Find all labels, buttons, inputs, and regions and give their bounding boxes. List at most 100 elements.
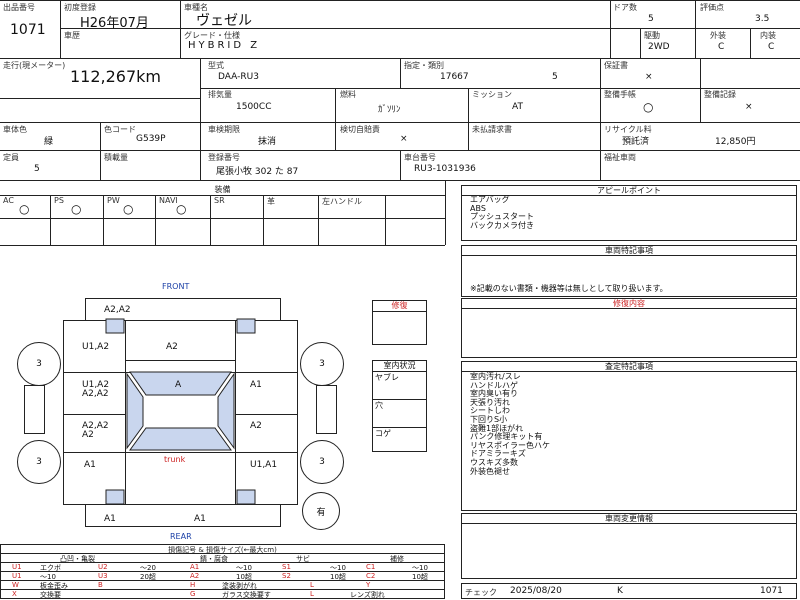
warranty: ×	[645, 72, 653, 82]
legend-code: U1	[12, 563, 22, 571]
mileage: 112,267km	[70, 67, 162, 86]
damage-mark: A2	[166, 342, 178, 352]
appeal-panel: アピールポイント エアバッグ ABS プッシュスタート バックカメラ付き	[461, 185, 797, 241]
recycle-fee: 12,850円	[715, 137, 756, 147]
rear-window	[129, 427, 232, 451]
damage-mark: A2	[250, 421, 262, 431]
inspection-label: 車検期限	[208, 125, 240, 134]
exterior: C	[718, 42, 725, 52]
legend-code: H	[190, 581, 196, 589]
special-note: ※記載のない書類・機器等は無しとして取り扱います。	[470, 284, 668, 293]
chassis: RU3-1031936	[414, 164, 476, 174]
mission: AT	[512, 102, 523, 112]
right-sill	[316, 385, 337, 434]
doors: 5	[648, 14, 654, 24]
tire-rear-right: 3	[300, 440, 344, 484]
legend-head: 凸凹・亀裂	[60, 555, 95, 563]
tire-rear-left: 3	[17, 440, 61, 484]
tire-front-right: 3	[300, 342, 344, 386]
equip-val-pw: ○	[123, 202, 134, 216]
welfare-label: 福祉車両	[604, 153, 636, 162]
color-code: G539P	[136, 134, 166, 144]
left-a-pillar-glass	[105, 318, 125, 334]
changes-panel: 車両変更情報	[461, 513, 797, 579]
tire-front-left: 3	[17, 342, 61, 386]
note-line: 天張り汚れ	[470, 397, 510, 407]
spare-tire-icon: 有	[302, 492, 340, 530]
body-type-label: 車歴	[64, 31, 80, 40]
hood-panel	[125, 320, 236, 361]
damage-mark: A1	[104, 514, 116, 524]
first-reg: H26年07月	[80, 16, 149, 31]
capacity: 5	[34, 164, 40, 174]
legend-code: G	[190, 590, 196, 598]
interior-item: 穴	[373, 400, 426, 428]
note-line: シートしわ	[470, 406, 510, 416]
legend-code: S1	[282, 563, 291, 571]
equip-col-leather: 革	[267, 197, 275, 206]
note-line: 外装色褪せ	[470, 466, 510, 476]
legend-code: U2	[98, 563, 108, 571]
category: 5	[552, 72, 558, 82]
right-c-pillar-glass	[236, 489, 256, 505]
note-line: ハンドルハゲ	[470, 380, 518, 390]
interior-status-box: 室内状況 ヤブレ 穴 コゲ	[372, 360, 427, 452]
model-code: DAA-RU3	[218, 72, 259, 82]
interior-status-title: 室内状況	[373, 361, 426, 372]
damage-mark: A2,A2	[82, 389, 109, 399]
drive-label: 駆動	[644, 31, 660, 40]
legend-head: 錆・腐食	[200, 555, 228, 563]
legend-desc: 交換要	[40, 591, 61, 599]
grade: HYBRID Z	[188, 40, 261, 51]
chassis-label: 車台番号	[404, 153, 436, 162]
manual-label: 整備手帳	[604, 90, 636, 99]
check-code: K	[617, 586, 623, 596]
legend-desc: 10超	[412, 573, 428, 581]
legend-head: 補修	[390, 555, 404, 563]
model-code-label: 型式	[208, 61, 224, 70]
footer-bar: チェック 2025/08/20 K 1071	[461, 583, 797, 599]
trunk-label: trunk	[164, 455, 186, 464]
mileage-label: 走行(現メーター)	[3, 61, 66, 70]
legend-code: S2	[282, 572, 291, 580]
inspection: 抹消	[258, 137, 277, 147]
legend-code: U3	[98, 572, 108, 580]
fuel-label: 燃料	[340, 90, 356, 99]
grade-score-label: 評価点	[700, 3, 724, 12]
maint-record: ×	[745, 102, 753, 112]
repair-side-title: 修復	[373, 301, 426, 312]
appeal-title: アピールポイント	[462, 186, 796, 196]
legend-code: U1	[12, 572, 22, 580]
auto-inspect-label: 検切自賠責	[340, 125, 380, 134]
legend-code: C1	[366, 563, 376, 571]
equip-col-sr: SR	[214, 196, 225, 205]
equip-val-ac: ○	[19, 202, 30, 216]
check-label: チェック	[465, 588, 497, 597]
plate: 尾張小牧 302 た 87	[216, 167, 299, 177]
damage-mark: A1	[194, 514, 206, 524]
repair-side-box: 修復	[372, 300, 427, 345]
special-notes-panel: 車両特記事項 ※記載のない書類・機器等は無しとして取り扱います。	[461, 245, 797, 297]
note-line: ドアミラーキズ	[470, 449, 526, 459]
legend-desc: 20超	[140, 573, 156, 581]
color-code-label: 色コード	[104, 125, 136, 134]
fuel: ｶﾞｿﾘﾝ	[378, 105, 401, 115]
grade-score: 3.5	[755, 14, 770, 24]
unclaimed-label: 未払請求書	[472, 125, 512, 134]
maint-record-label: 整備記録	[704, 90, 736, 99]
model-name: ヴェゼル	[196, 13, 252, 29]
legend-code: L	[310, 581, 314, 589]
check-date: 2025/08/20	[510, 586, 562, 596]
note-line: ウスキズ多数	[470, 457, 518, 467]
legend-code: L	[310, 590, 314, 598]
auto-inspect: ×	[400, 134, 408, 144]
listing-no: 1071	[10, 22, 46, 38]
plate-label: 登録番号	[208, 153, 240, 162]
listing-no-label: 出品番号	[3, 3, 35, 12]
legend-code: X	[12, 590, 17, 598]
damage-mark: U1,A2	[82, 342, 110, 352]
legend-desc: 10超	[330, 573, 346, 581]
designation: 17667	[440, 72, 469, 82]
equip-col-ps: PS	[54, 196, 64, 205]
capacity-label: 定員	[3, 153, 19, 162]
